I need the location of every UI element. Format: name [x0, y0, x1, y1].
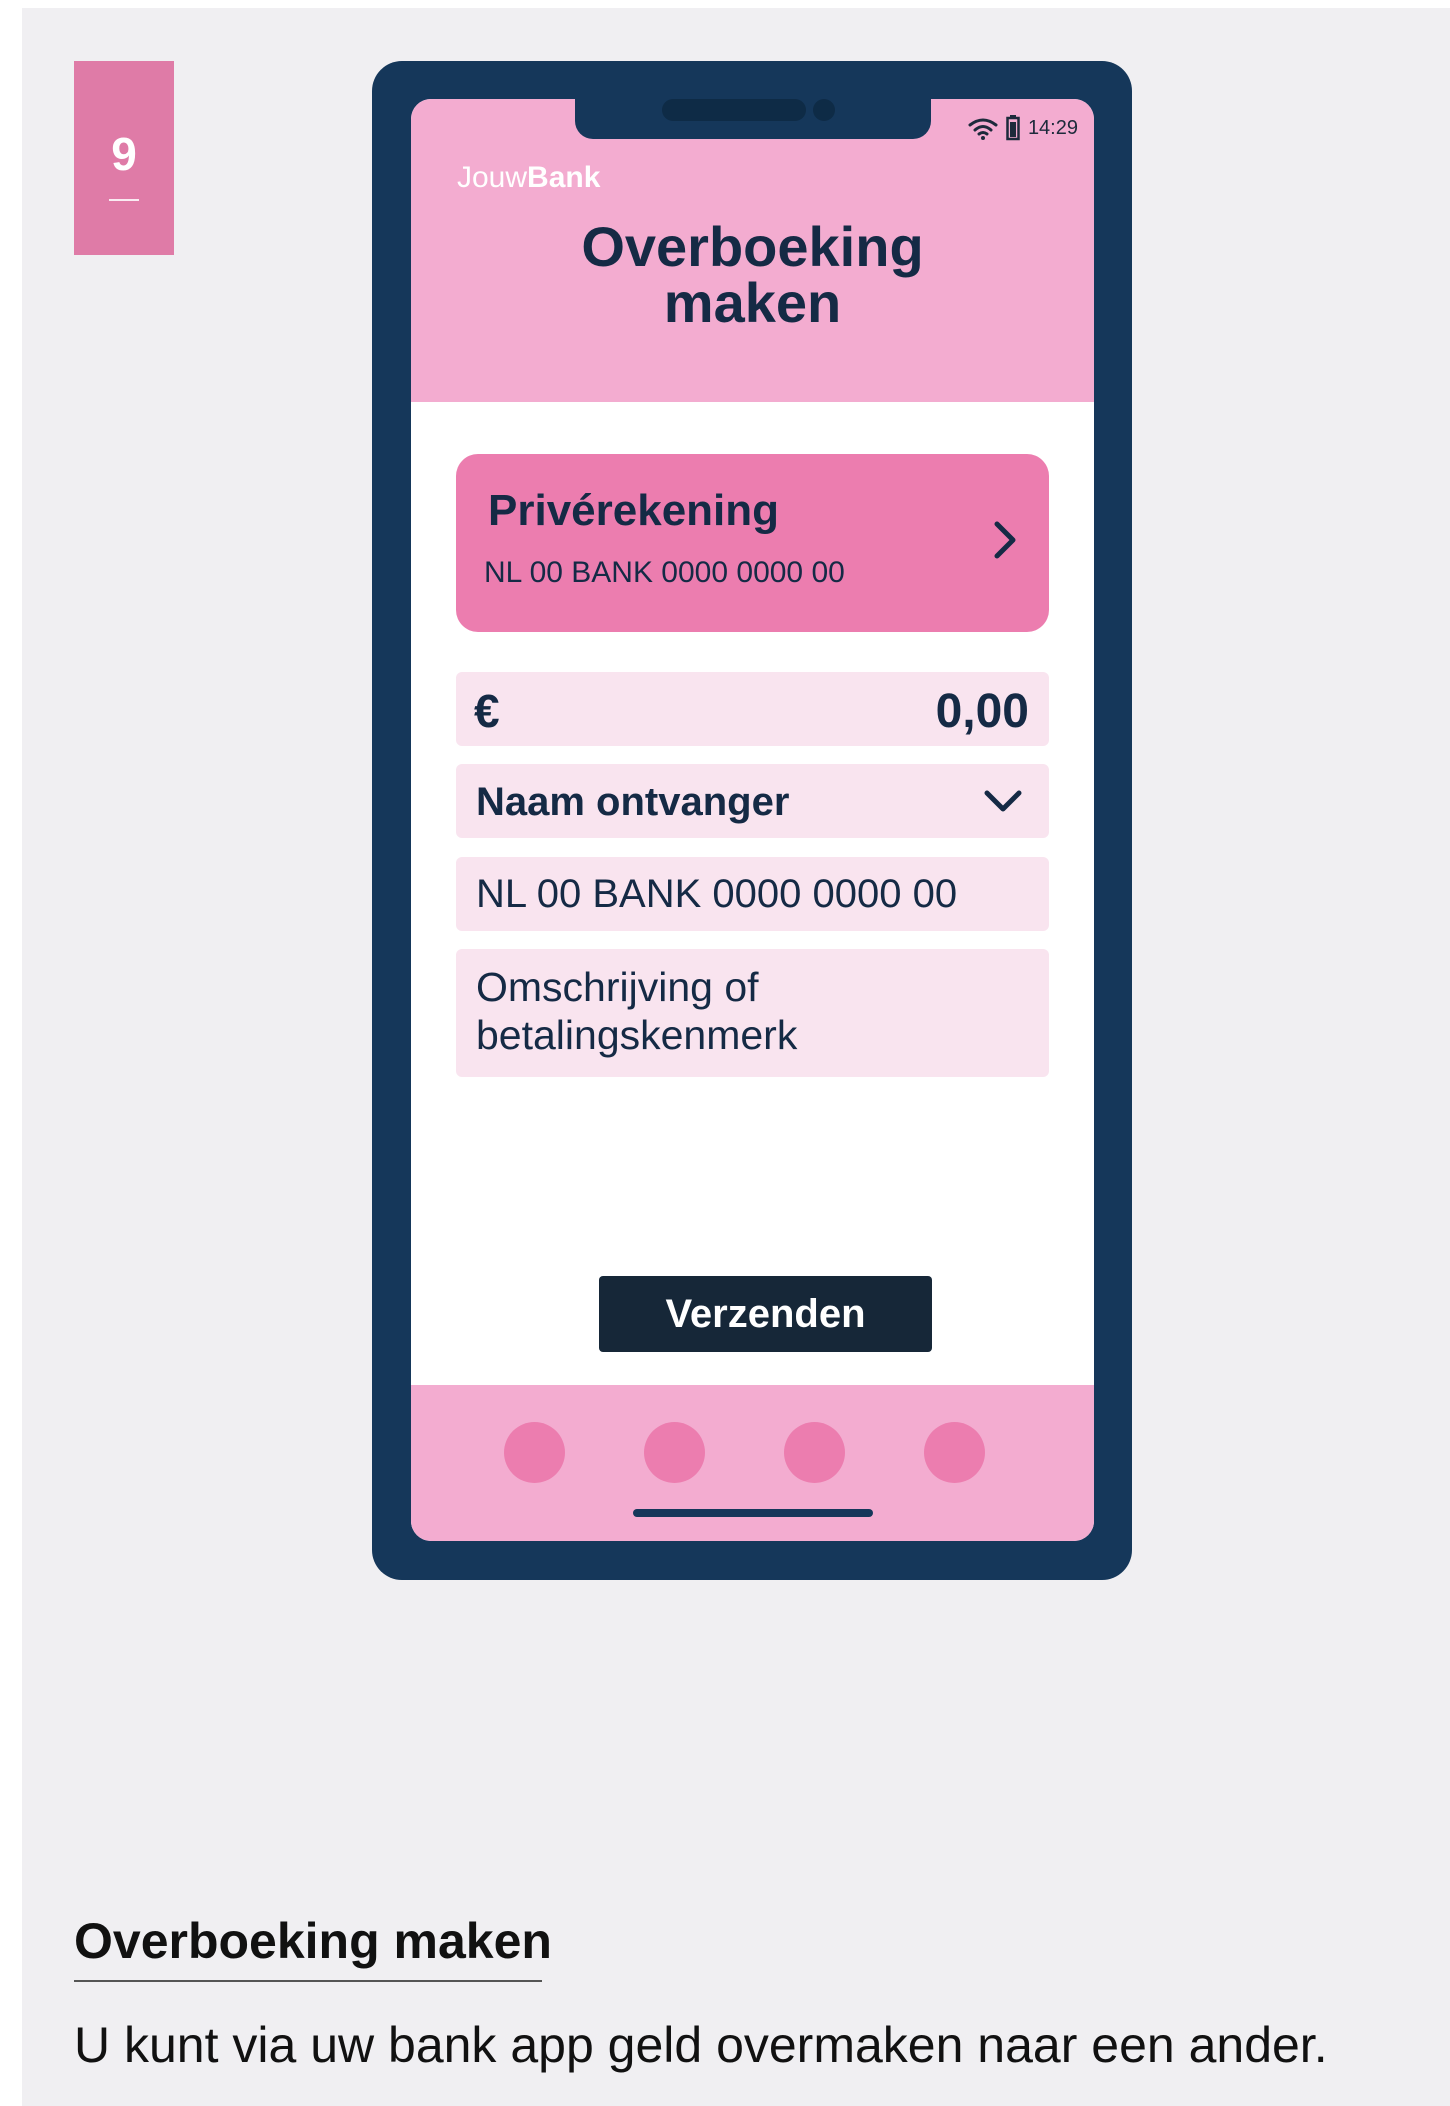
camera	[813, 99, 835, 121]
phone-notch	[575, 99, 931, 139]
account-iban: NL 00 BANK 0000 0000 00	[484, 556, 845, 589]
speaker	[662, 99, 806, 121]
tab-dot-2[interactable]	[644, 1422, 705, 1483]
chevron-right-icon	[994, 521, 1016, 559]
description-input[interactable]: Omschrijving of betalingskenmerk	[456, 949, 1049, 1077]
tab-bar	[411, 1385, 1094, 1541]
step-number: 9	[111, 128, 137, 180]
caption-title: Overboeking maken	[74, 1913, 552, 1969]
status-time: 14:29	[1027, 116, 1078, 139]
caption-divider	[74, 1980, 542, 1982]
recipient-label: Naam ontvanger	[476, 780, 790, 824]
app-header: 14:29 JouwBank Overboeking maken	[411, 99, 1094, 402]
currency-symbol: €	[474, 685, 500, 737]
brand-logo: JouwBank	[457, 161, 601, 194]
tab-dot-3[interactable]	[784, 1422, 845, 1483]
account-selector[interactable]: Privérekening NL 00 BANK 0000 0000 00	[456, 454, 1049, 632]
phone-frame: 14:29 JouwBank Overboeking maken Privére…	[372, 61, 1132, 1580]
status-bar: 14:29	[968, 113, 1078, 143]
recipient-dropdown[interactable]: Naam ontvanger	[456, 764, 1049, 838]
tab-dot-1[interactable]	[504, 1422, 565, 1483]
amount-value: 0,00	[935, 685, 1029, 738]
screen-title: Overboeking maken	[581, 215, 924, 334]
battery-icon	[1006, 115, 1020, 141]
home-indicator	[633, 1509, 873, 1517]
chevron-down-icon	[984, 790, 1022, 812]
description-placeholder: Omschrijving of betalingskenmerk	[476, 964, 798, 1058]
iban-input[interactable]: NL 00 BANK 0000 0000 00	[456, 857, 1049, 931]
step-badge: 9	[74, 61, 174, 255]
wifi-icon	[968, 118, 998, 140]
account-name: Privérekening	[488, 486, 780, 535]
tab-dot-4[interactable]	[924, 1422, 985, 1483]
iban-placeholder: NL 00 BANK 0000 0000 00	[476, 872, 958, 916]
amount-input[interactable]: € 0,00	[456, 672, 1049, 746]
send-button[interactable]: Verzenden	[599, 1276, 932, 1352]
phone-screen: 14:29 JouwBank Overboeking maken Privére…	[411, 99, 1094, 1541]
step-underline	[109, 199, 139, 201]
caption-text: U kunt via uw bank app geld overmaken na…	[74, 2017, 1328, 2073]
